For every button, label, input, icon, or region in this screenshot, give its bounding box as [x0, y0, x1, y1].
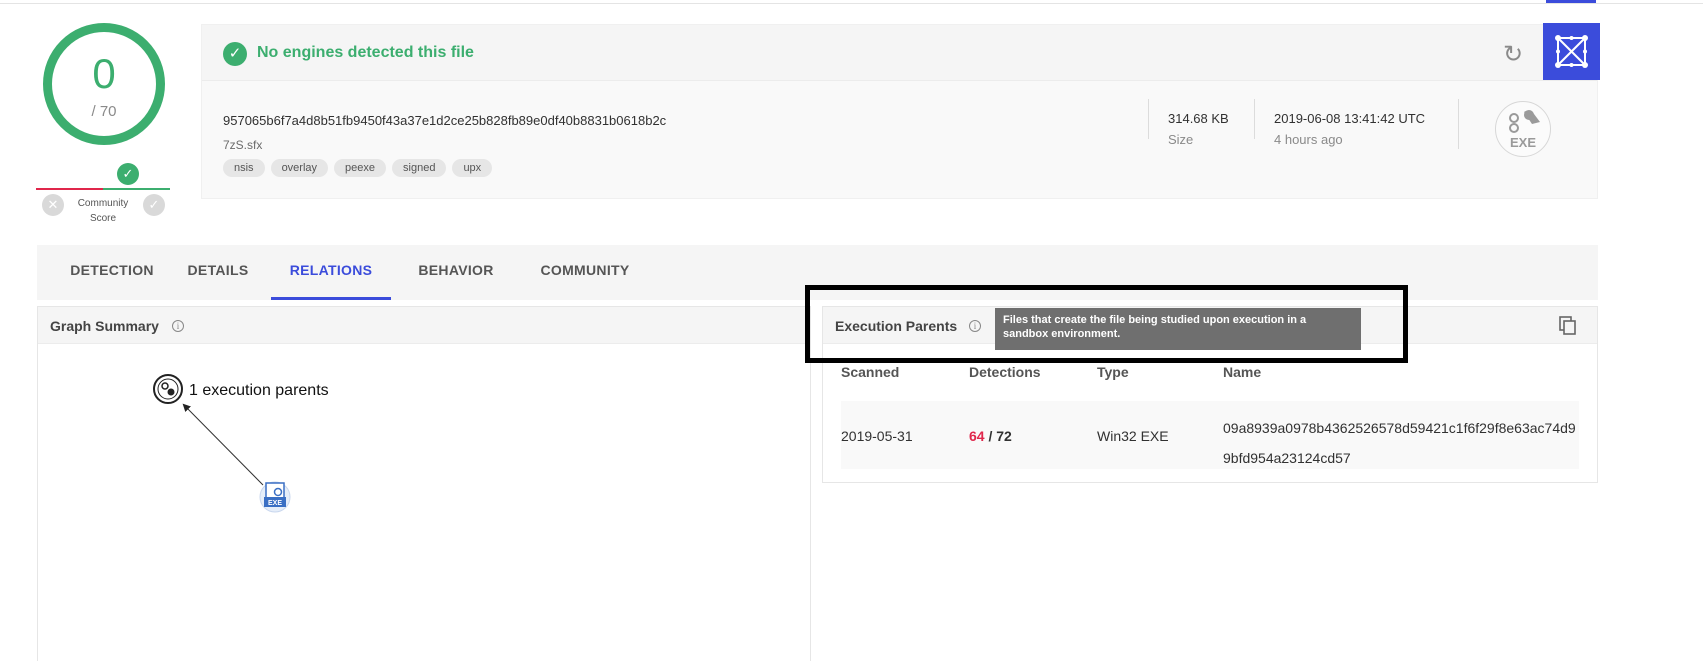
- table-row[interactable]: 2019-05-31 64 / 72 Win32 EXE 09a8939a097…: [841, 401, 1579, 469]
- tag[interactable]: peexe: [334, 159, 387, 177]
- copy-icon[interactable]: [1557, 315, 1579, 337]
- file-node[interactable]: EXE: [259, 481, 291, 513]
- vote-malicious-icon[interactable]: ✕: [42, 194, 64, 216]
- check-circle-icon: ✓: [223, 42, 247, 66]
- file-size-value: 314.68 KB: [1168, 111, 1229, 126]
- tab-community[interactable]: COMMUNITY: [521, 245, 649, 300]
- reanalyze-icon[interactable]: ↻: [1503, 40, 1523, 69]
- tab-details[interactable]: DETAILS: [177, 245, 259, 300]
- file-name: 7zS.sfx: [223, 138, 263, 152]
- file-size-label: Size: [1168, 132, 1194, 147]
- check-icon: ✓: [117, 163, 139, 185]
- tag-list: nsis overlay peexe signed upx: [223, 159, 493, 177]
- detection-banner-text: No engines detected this file: [257, 44, 474, 61]
- graph-summary-header: Graph Summary i: [38, 307, 810, 344]
- divider: [1458, 99, 1459, 149]
- community-bar-positive: [103, 188, 170, 190]
- community-score-label: Community Score: [66, 196, 140, 226]
- last-analysis-relative: 4 hours ago: [1274, 132, 1343, 147]
- gears-glyph: [1509, 110, 1540, 133]
- parent-file-name-line1: 09a8939a0978b4362526578d59421c1f6f29f8e6…: [1223, 420, 1576, 436]
- tab-behavior[interactable]: BEHAVIOR: [401, 245, 511, 300]
- column-header-name[interactable]: Name: [1223, 364, 1261, 380]
- graph-explorer-button[interactable]: [1543, 23, 1600, 80]
- graph-summary-title: Graph Summary: [50, 318, 159, 334]
- tag[interactable]: upx: [452, 159, 493, 177]
- filetype-label: EXE: [1509, 135, 1536, 150]
- column-header-detections[interactable]: Detections: [969, 364, 1041, 380]
- tag[interactable]: overlay: [270, 159, 329, 177]
- exe-filetype-icon: EXE: [1495, 101, 1551, 157]
- node-label: 1 execution parents: [189, 382, 329, 399]
- last-analysis-date: 2019-06-08 13:41:42 UTC: [1274, 111, 1426, 126]
- detections-total: / 72: [984, 428, 1012, 444]
- tab-detection[interactable]: DETECTION: [57, 245, 167, 300]
- top-accent-bar: [1546, 0, 1596, 3]
- detection-ratio: 64 / 72: [969, 428, 1012, 444]
- file-node-label: EXE: [268, 500, 282, 507]
- vote-harmless-icon[interactable]: ✓: [143, 194, 165, 216]
- file-type: Win32 EXE: [1097, 428, 1169, 444]
- graph-summary-panel: Graph Summary i 1 execution parents EXE: [37, 306, 811, 661]
- file-summary-card: ✓ No engines detected this file ↻ 957065…: [201, 23, 1600, 199]
- divider: [1148, 99, 1149, 139]
- detection-score-gauge: 0 / 70: [43, 23, 165, 145]
- graph-icon: [1555, 35, 1588, 68]
- relations-graph[interactable]: 1 execution parents EXE: [38, 344, 810, 661]
- column-header-type[interactable]: Type: [1097, 364, 1129, 380]
- detection-banner: ✓ No engines detected this file ↻: [202, 23, 1600, 81]
- detections-positive: 64: [969, 428, 985, 444]
- tab-relations[interactable]: RELATIONS: [271, 245, 391, 300]
- file-hash[interactable]: 957065b6f7a4d8b51fb9450f43a37e1d2ce25b82…: [223, 113, 666, 128]
- community-score: ✓ ✕ Community Score ✓: [36, 162, 170, 224]
- community-label-line2: Score: [89, 213, 117, 224]
- highlight-box: [805, 285, 1408, 363]
- divider: [1254, 99, 1255, 139]
- scanned-date: 2019-05-31: [841, 428, 913, 444]
- graph-edge: [182, 403, 264, 486]
- info-icon[interactable]: i: [172, 320, 184, 332]
- tag[interactable]: nsis: [223, 159, 265, 177]
- tag[interactable]: signed: [392, 159, 447, 177]
- parent-file-name[interactable]: 09a8939a0978b4362526578d59421c1f6f29f8e6…: [1223, 413, 1576, 473]
- top-divider: [0, 0, 1703, 4]
- community-label-line1: Community: [77, 198, 129, 209]
- column-header-scanned[interactable]: Scanned: [841, 364, 899, 380]
- execution-parents-node[interactable]: [153, 374, 183, 404]
- parent-file-name-line2: 9bfd954a23124cd57: [1223, 450, 1351, 466]
- community-bar-negative: [36, 188, 103, 190]
- engine-total: / 70: [91, 103, 117, 120]
- detection-count: 0: [92, 50, 116, 97]
